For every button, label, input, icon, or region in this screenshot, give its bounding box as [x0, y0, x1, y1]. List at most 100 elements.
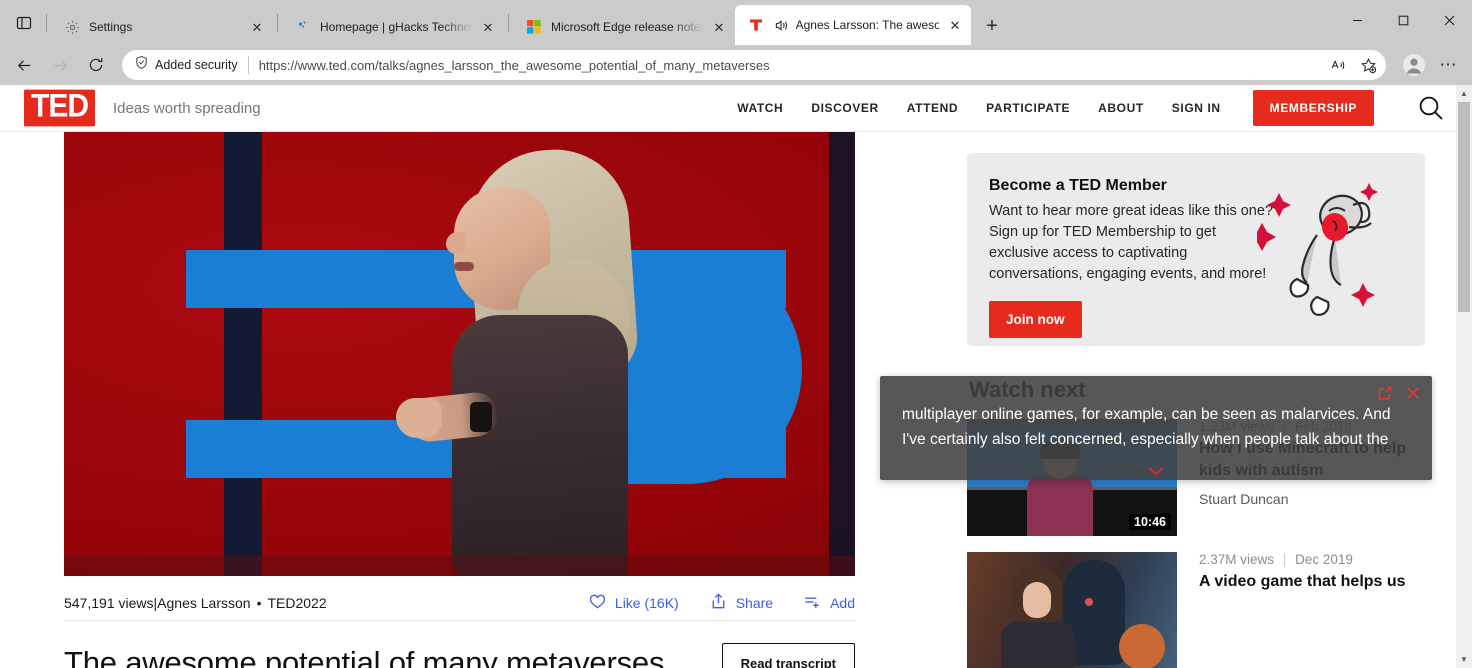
astronaut-icon	[1248, 175, 1397, 325]
tab-title: Settings	[89, 20, 133, 34]
watch-next-title[interactable]: A video game that helps us	[1199, 571, 1406, 593]
speaker-body	[452, 315, 628, 576]
close-icon[interactable]: ✕	[478, 17, 498, 37]
tab-list-icon[interactable]	[6, 5, 42, 41]
list-item[interactable]: 2.37M views | Dec 2019 A video game that…	[967, 552, 1427, 668]
address-bar[interactable]: Added security https://www.ted.com/talks…	[122, 50, 1386, 80]
add-favorite-icon[interactable]	[1354, 52, 1382, 78]
video-duration: 10:46	[1129, 514, 1171, 530]
gear-icon	[63, 18, 81, 36]
close-icon[interactable]	[1404, 384, 1422, 402]
speaker-figure	[394, 140, 724, 576]
pop-out-icon[interactable]	[1376, 384, 1394, 402]
like-button[interactable]: Like (16K)	[588, 592, 679, 614]
microsoft-icon	[525, 18, 543, 36]
maximize-button[interactable]	[1380, 0, 1426, 41]
video-column: 547,191 views | Agnes Larsson • TED2022	[64, 132, 919, 668]
watch-next-details: 2.37M views | Dec 2019 A video game that…	[1177, 552, 1406, 668]
stage-right-panel	[829, 132, 855, 576]
video-speaker: Agnes Larsson	[157, 594, 251, 611]
like-label: Like (16K)	[614, 594, 679, 611]
membership-promo-card: Become a TED Member Want to hear more gr…	[967, 153, 1425, 346]
nav-item-discover[interactable]: DISCOVER	[811, 101, 878, 115]
reload-icon[interactable]	[80, 49, 112, 81]
tab-title: Microsoft Edge release notes for	[551, 20, 703, 34]
nav-item-participate[interactable]: PARTICIPATE	[986, 101, 1070, 115]
browser-tab-edge-release-notes[interactable]: Microsoft Edge release notes for ✕	[513, 9, 735, 45]
add-button[interactable]: Add	[803, 592, 855, 614]
more-options-icon[interactable]: ⋯	[1432, 49, 1464, 81]
share-label: Share	[735, 594, 774, 611]
video-actions: Like (16K) Share Add	[588, 592, 855, 614]
close-window-button[interactable]	[1426, 0, 1472, 41]
stage-stripe	[224, 132, 262, 576]
url-text[interactable]: https://www.ted.com/talks/agnes_larsson_…	[249, 58, 1322, 73]
close-icon[interactable]: ✕	[945, 15, 965, 35]
security-label: Added security	[155, 58, 238, 72]
tab-divider	[508, 14, 509, 32]
browser-window: Settings ✕ Homepage | gHacks Technology …	[0, 0, 1472, 668]
watch-next-speaker: Stuart Duncan	[1199, 491, 1289, 507]
ted-logo[interactable]: TED	[24, 89, 95, 127]
caption-text: multiplayer online games, for example, c…	[902, 406, 1391, 448]
window-controls	[1334, 0, 1472, 41]
close-icon[interactable]: ✕	[247, 17, 267, 37]
chevron-down-icon[interactable]	[1145, 464, 1167, 482]
read-aloud-icon[interactable]	[1324, 52, 1352, 78]
back-arrow-icon[interactable]	[8, 49, 40, 81]
search-icon[interactable]	[1414, 91, 1448, 125]
nav-item-sign-in[interactable]: SIGN IN	[1172, 101, 1221, 115]
forward-arrow-icon[interactable]	[44, 49, 76, 81]
nav-item-watch[interactable]: WATCH	[737, 101, 783, 115]
speaker-nose	[446, 232, 466, 254]
ghacks-icon	[294, 18, 312, 36]
scroll-up-arrow-icon[interactable]: ▲	[1456, 85, 1472, 102]
watch-next-thumbnail[interactable]	[967, 552, 1177, 668]
browser-tab-settings[interactable]: Settings ✕	[51, 9, 273, 45]
speaker-hand	[396, 398, 442, 438]
page-content: TED Ideas worth spreading WATCH DISCOVER…	[0, 85, 1472, 668]
tab-divider	[277, 14, 278, 32]
video-views: 547,191 views	[64, 594, 154, 611]
speaker-mouth	[454, 262, 474, 271]
ted-icon	[747, 16, 765, 34]
new-tab-button[interactable]: +	[977, 11, 1007, 41]
page-title: The awesome potential of many metaverses	[64, 645, 665, 668]
tab-audio-playing-icon[interactable]	[773, 16, 790, 34]
membership-button[interactable]: MEMBERSHIP	[1252, 90, 1374, 126]
browser-tab-ted-talk[interactable]: Agnes Larsson: The awesom ✕	[735, 5, 971, 45]
membership-promo-title: Become a TED Member	[989, 177, 1167, 194]
minimize-button[interactable]	[1334, 0, 1380, 41]
share-button[interactable]: Share	[709, 592, 773, 614]
page-scrollbar[interactable]: ▲ ▼	[1456, 85, 1472, 668]
tab-strip: Settings ✕ Homepage | gHacks Technology …	[0, 0, 1472, 45]
nav-item-attend[interactable]: ATTEND	[907, 101, 958, 115]
profile-avatar-icon[interactable]	[1398, 49, 1430, 81]
close-icon[interactable]: ✕	[709, 17, 729, 37]
add-label: Add	[830, 594, 855, 611]
ted-site-header: TED Ideas worth spreading WATCH DISCOVER…	[0, 85, 1472, 132]
browser-toolbar: Added security https://www.ted.com/talks…	[0, 45, 1472, 85]
video-player[interactable]	[64, 132, 855, 576]
membership-promo-text: Become a TED Member Want to hear more gr…	[989, 177, 1279, 338]
video-event: TED2022	[267, 594, 327, 611]
security-chip[interactable]: Added security	[134, 55, 248, 75]
watch-next-meta: 2.37M views | Dec 2019	[1199, 552, 1406, 567]
ted-primary-nav: WATCH DISCOVER ATTEND PARTICIPATE ABOUT …	[737, 90, 1448, 126]
scrollbar-thumb[interactable]	[1458, 102, 1470, 312]
speaker-event-separator: •	[256, 594, 262, 611]
watch-next-views: 2.37M views	[1199, 552, 1275, 567]
scroll-down-arrow-icon[interactable]: ▼	[1456, 651, 1472, 668]
heart-icon	[588, 592, 607, 614]
live-caption-overlay[interactable]: multiplayer online games, for example, c…	[880, 376, 1432, 480]
tab-divider	[46, 14, 47, 32]
browser-tab-ghacks[interactable]: Homepage | gHacks Technology ✕	[282, 9, 504, 45]
nav-item-about[interactable]: ABOUT	[1098, 101, 1144, 115]
add-to-list-icon	[803, 592, 822, 614]
join-now-button[interactable]: Join now	[989, 301, 1082, 338]
read-transcript-button[interactable]: Read transcript	[721, 643, 855, 668]
watch-next-date: Dec 2019	[1295, 552, 1353, 567]
meta-separator: |	[1282, 552, 1287, 567]
stage-floor	[64, 556, 855, 576]
share-icon	[709, 592, 728, 614]
